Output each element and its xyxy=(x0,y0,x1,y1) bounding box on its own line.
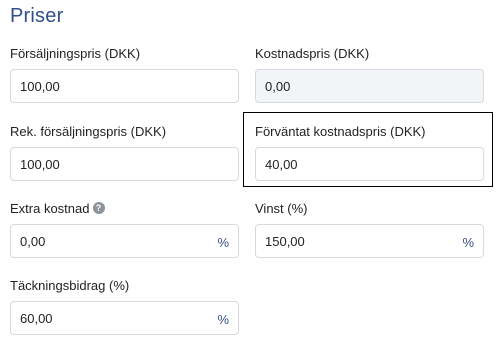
profit-value: 150,00 xyxy=(265,233,305,249)
cost-price-value: 0,00 xyxy=(265,78,291,94)
contribution-margin-field: Täckningsbidrag (%) 60,00 % xyxy=(10,277,239,335)
profit-field: Vinst (%) 150,00 % xyxy=(255,200,484,258)
cost-price-input: 0,00 xyxy=(255,69,484,103)
question-mark-icon[interactable]: ? xyxy=(92,202,105,214)
section-title: Priser xyxy=(10,5,64,27)
contribution-margin-percent-suffix: % xyxy=(217,311,229,327)
sales-price-label: Försäljningspris (DKK) xyxy=(10,45,141,61)
cost-price-label: Kostnadspris (DKK) xyxy=(255,45,370,61)
cost-price-field: Kostnadspris (DKK) 0,00 xyxy=(255,45,484,103)
extra-cost-input[interactable]: 0,00 % xyxy=(10,224,239,258)
rec-sales-price-label: Rek. försäljningspris (DKK) xyxy=(10,123,167,139)
expected-cost-price-label: Förväntat kostnadspris (DKK) xyxy=(255,123,426,139)
extra-cost-field: Extra kostnad ? 0,00 % xyxy=(10,200,239,258)
contribution-margin-label: Täckningsbidrag (%) xyxy=(10,277,130,293)
rec-sales-price-input[interactable]: 100,00 xyxy=(10,147,239,181)
contribution-margin-input[interactable]: 60,00 % xyxy=(10,301,239,335)
expected-cost-price-field: Förväntat kostnadspris (DKK) 40,00 xyxy=(255,123,484,181)
extra-cost-value: 0,00 xyxy=(20,233,46,249)
rec-sales-price-field: Rek. försäljningspris (DKK) 100,00 xyxy=(10,123,239,181)
sales-price-value: 100,00 xyxy=(20,78,60,94)
profit-input[interactable]: 150,00 % xyxy=(255,224,484,258)
expected-cost-price-value: 40,00 xyxy=(265,156,298,172)
expected-cost-price-input[interactable]: 40,00 xyxy=(255,147,484,181)
profit-label: Vinst (%) xyxy=(255,200,308,216)
extra-cost-percent-suffix: % xyxy=(217,234,229,250)
rec-sales-price-value: 100,00 xyxy=(20,156,60,172)
profit-percent-suffix: % xyxy=(462,234,474,250)
sales-price-input[interactable]: 100,00 xyxy=(10,69,239,103)
contribution-margin-value: 60,00 xyxy=(20,310,53,326)
extra-cost-label-row: Extra kostnad ? xyxy=(10,200,239,216)
extra-cost-label: Extra kostnad xyxy=(10,200,90,216)
sales-price-field: Försäljningspris (DKK) 100,00 xyxy=(10,45,239,103)
